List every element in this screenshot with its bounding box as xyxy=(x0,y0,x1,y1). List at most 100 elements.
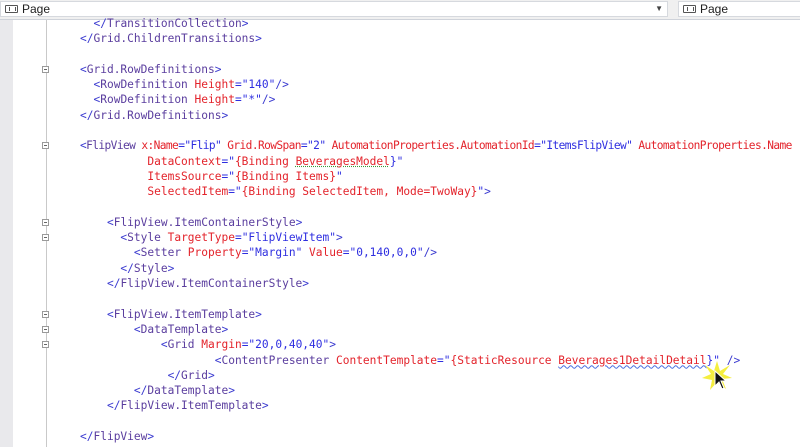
code-token: /> xyxy=(261,93,276,107)
code-line[interactable]: <FlipView x:Name="Flip" Grid.RowSpan="2"… xyxy=(80,138,796,153)
code-token: ="0,140,0,0" xyxy=(342,246,424,260)
code-token: < xyxy=(133,246,141,260)
code-token: {Binding Items} xyxy=(234,169,336,183)
code-token: </ xyxy=(80,430,94,444)
code-token: ="*" xyxy=(234,93,262,107)
xaml-element-icon xyxy=(5,5,18,13)
collapse-outline-icon[interactable] xyxy=(42,218,49,226)
collapse-outline-icon[interactable] xyxy=(42,65,49,73)
code-token: > xyxy=(295,215,303,229)
code-line[interactable]: <Grid.RowDefinitions> xyxy=(80,62,796,77)
code-token: < xyxy=(160,338,168,352)
code-token: =" xyxy=(221,154,235,168)
code-token: Beverages1DetailDetail xyxy=(558,353,707,367)
code-token: < xyxy=(106,307,114,321)
code-token: FlipView.ItemContainerStyle xyxy=(120,277,303,291)
code-token: > xyxy=(214,62,222,76)
code-line[interactable]: <FlipView.ItemContainerStyle> xyxy=(80,215,796,230)
code-token: > xyxy=(261,399,269,413)
code-token: ContentPresenter xyxy=(221,353,330,367)
editor-margin xyxy=(0,20,13,447)
code-line[interactable]: ItemsSource="{Binding Items}" xyxy=(80,169,796,184)
code-line[interactable]: <Setter Property="Margin" Value="0,140,0… xyxy=(80,245,796,260)
code-line[interactable]: </DataTemplate> xyxy=(80,383,796,398)
code-line[interactable]: </TransitionCollection> xyxy=(80,16,796,31)
code-line[interactable]: </Grid.RowDefinitions> xyxy=(80,108,796,123)
code-token: Value xyxy=(302,246,343,260)
code-token: FlipView.ItemContainerStyle xyxy=(113,215,296,229)
collapse-outline-icon[interactable] xyxy=(42,310,49,318)
code-token: > xyxy=(255,32,262,46)
code-line[interactable]: <DataTemplate> xyxy=(80,322,796,337)
code-token: </ xyxy=(106,277,121,291)
code-token: }" xyxy=(389,154,404,168)
chevron-down-icon[interactable]: ▼ xyxy=(655,4,663,13)
code-token: > xyxy=(255,307,262,321)
code-line[interactable] xyxy=(80,123,796,138)
code-token: FlipView.ItemTemplate xyxy=(120,399,262,413)
code-line[interactable]: </FlipView.ItemContainerStyle> xyxy=(80,276,796,291)
code-token: RowDefinition xyxy=(100,78,188,92)
code-token: ="ItemsFlipView" xyxy=(534,139,633,153)
code-token: > xyxy=(228,384,235,398)
code-line[interactable]: </FlipView> xyxy=(80,429,796,444)
code-line[interactable]: </Grid> xyxy=(80,368,796,383)
code-line[interactable]: <Grid Margin="20,0,40,40"> xyxy=(80,337,796,352)
code-token: RowDefinition xyxy=(100,93,188,107)
code-line[interactable]: <ContentPresenter ContentTemplate="{Stat… xyxy=(80,353,796,368)
code-token: Grid.RowSpan xyxy=(221,139,301,153)
code-line[interactable] xyxy=(80,291,796,306)
code-line[interactable] xyxy=(80,200,796,215)
collapse-outline-icon[interactable] xyxy=(42,234,49,242)
code-token: SelectedItem xyxy=(147,185,229,199)
code-line[interactable]: <Style TargetType="FlipViewItem"> xyxy=(80,230,796,245)
code-token: < xyxy=(80,62,87,76)
code-token: DataContext xyxy=(147,154,222,168)
member-scope-label: Page xyxy=(700,2,729,16)
code-token: </ xyxy=(93,17,107,30)
collapse-outline-icon[interactable] xyxy=(42,326,49,333)
code-token: TargetType xyxy=(160,231,235,245)
code-line[interactable]: SelectedItem="{Binding SelectedItem, Mod… xyxy=(80,184,796,199)
code-token: ="Margin" xyxy=(241,246,303,260)
code-token: > xyxy=(221,108,229,122)
code-token: Setter xyxy=(140,246,182,260)
xaml-code-editor[interactable]: </TransitionCollection> </Grid.ChildrenTr… xyxy=(80,16,796,444)
code-token: Grid xyxy=(181,368,208,382)
code-line[interactable]: <RowDefinition Height="*"/> xyxy=(80,92,796,107)
collapse-outline-icon[interactable] xyxy=(42,341,49,349)
code-token: " xyxy=(335,169,343,183)
code-line[interactable] xyxy=(80,47,796,62)
code-line[interactable]: </FlipView.ItemTemplate> xyxy=(80,398,796,413)
code-token: DataTemplate xyxy=(147,384,229,398)
code-token: {StaticResource xyxy=(450,353,559,367)
code-token: /> xyxy=(275,78,289,92)
code-token: > xyxy=(221,322,229,336)
code-token: Height xyxy=(187,93,235,107)
code-token: ="20,0,40,40" xyxy=(241,338,330,352)
code-token: /> xyxy=(423,246,438,260)
code-token: Style xyxy=(133,261,168,275)
code-token: </ xyxy=(80,32,94,46)
code-token: {Binding SelectedItem, Mode=TwoWay} xyxy=(241,185,478,199)
code-token: FlipView xyxy=(86,139,136,153)
code-line[interactable]: </Grid.ChildrenTransitions> xyxy=(80,31,796,46)
code-token: AutomationProperties.Name xyxy=(632,139,792,153)
code-token: TransitionCollection xyxy=(106,17,242,30)
code-line[interactable]: </Style> xyxy=(80,261,796,276)
code-line[interactable]: <RowDefinition Height="140"/> xyxy=(80,77,796,92)
code-token: ="2" xyxy=(300,139,326,153)
code-line[interactable]: DataContext="{Binding BeveragesModel}" xyxy=(80,154,796,169)
code-line[interactable]: <FlipView.ItemTemplate> xyxy=(80,307,796,322)
member-scope-dropdown[interactable]: Page xyxy=(678,1,800,17)
code-token: </ xyxy=(167,368,182,382)
collapse-outline-icon[interactable] xyxy=(42,142,49,150)
code-token: </ xyxy=(106,399,121,413)
type-scope-dropdown[interactable]: Page ▼ xyxy=(0,1,668,17)
code-line[interactable] xyxy=(80,414,796,429)
code-token: > xyxy=(147,430,155,444)
code-token: < xyxy=(133,322,141,336)
code-token: FlipView.ItemTemplate xyxy=(113,307,256,321)
code-token: > xyxy=(302,277,310,291)
code-token: Margin xyxy=(194,338,242,352)
